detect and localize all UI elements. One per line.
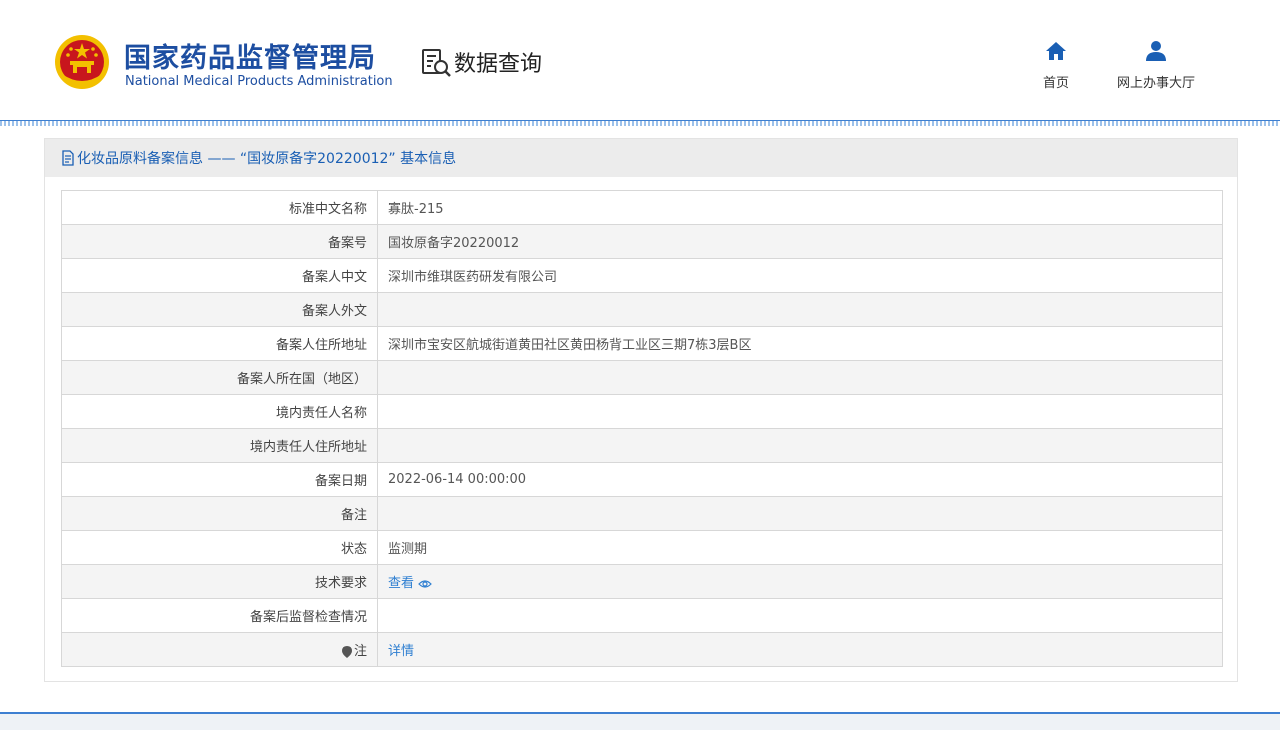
header-divider xyxy=(0,120,1280,126)
info-table: 标准中文名称 寡肽-215 备案号 国妆原备字20220012 备案人中文 深圳… xyxy=(61,190,1223,667)
national-emblem-icon xyxy=(55,35,109,89)
row-value xyxy=(377,394,1223,429)
table-row: 备注 xyxy=(61,496,1223,531)
data-query-heading: 数据查询 xyxy=(420,46,542,78)
row-key: 备注 xyxy=(61,496,378,531)
data-query-label: 数据查询 xyxy=(454,52,543,77)
row-value: 深圳市维琪医药研发有限公司 xyxy=(377,258,1223,293)
row-value-cell: 详情 xyxy=(377,632,1223,667)
info-panel: 化妆品原料备案信息 —— “国妆原备字20220012” 基本信息 标准中文名称… xyxy=(44,138,1238,682)
table-row: 备案后监督检查情况 xyxy=(61,598,1223,633)
view-link-label: 查看 xyxy=(388,576,415,591)
nav-home-label: 首页 xyxy=(1042,76,1069,91)
row-value xyxy=(377,292,1223,327)
row-value xyxy=(377,428,1223,463)
panel-title: 化妆品原料备案信息 —— “国妆原备字20220012” 基本信息 xyxy=(77,151,457,167)
details-link[interactable]: 详情 xyxy=(388,644,414,659)
row-value: 寡肽-215 xyxy=(377,190,1223,225)
row-value-cell: 查看 xyxy=(377,564,1223,599)
nav-online-hall-label: 网上办事大厅 xyxy=(1116,76,1195,91)
table-row: 备案人外文 xyxy=(61,292,1223,327)
row-key: 备案人住所地址 xyxy=(61,326,378,361)
pin-icon xyxy=(341,645,352,658)
row-value: 监测期 xyxy=(377,530,1223,565)
note-key-label: 注 xyxy=(353,644,367,659)
row-value: 2022-06-14 00:00:00 xyxy=(377,462,1223,497)
site-header: 国家药品监督管理局 National Medical Products Admi… xyxy=(0,0,1280,120)
table-row: 备案日期 2022-06-14 00:00:00 xyxy=(61,462,1223,497)
row-value: 深圳市宝安区航城街道黄田社区黄田杨背工业区三期7栋3层B区 xyxy=(377,326,1223,361)
row-value: 国妆原备字20220012 xyxy=(377,224,1223,259)
row-value xyxy=(377,496,1223,531)
row-key: 境内责任人住所地址 xyxy=(61,428,378,463)
panel-header: 化妆品原料备案信息 —— “国妆原备字20220012” 基本信息 xyxy=(45,139,1237,177)
brand-title-cn: 国家药品监督管理局 xyxy=(124,43,376,74)
user-icon xyxy=(1146,41,1166,61)
table-row: 注 详情 xyxy=(61,632,1223,667)
document-icon xyxy=(62,150,74,166)
view-tech-requirements-link[interactable]: 查看 xyxy=(388,576,432,591)
table-row: 备案人住所地址 深圳市宝安区航城街道黄田社区黄田杨背工业区三期7栋3层B区 xyxy=(61,326,1223,361)
row-key: 备案日期 xyxy=(61,462,378,497)
table-row: 境内责任人名称 xyxy=(61,394,1223,429)
nav-home-link[interactable]: 首页 xyxy=(1036,40,1076,91)
row-key: 备案人外文 xyxy=(61,292,378,327)
home-icon xyxy=(1046,42,1066,60)
brand-title-en: National Medical Products Administration xyxy=(125,74,393,89)
row-key: 备案人中文 xyxy=(61,258,378,293)
row-value xyxy=(377,360,1223,395)
row-key: 标准中文名称 xyxy=(61,190,378,225)
table-row: 备案人中文 深圳市维琪医药研发有限公司 xyxy=(61,258,1223,293)
row-key: 技术要求 xyxy=(61,564,378,599)
search-document-icon xyxy=(422,49,451,77)
row-key: 备案人所在国（地区） xyxy=(61,360,378,395)
row-key: 备案后监督检查情况 xyxy=(61,598,378,633)
row-key: 境内责任人名称 xyxy=(61,394,378,429)
table-row: 备案人所在国（地区） xyxy=(61,360,1223,395)
row-value xyxy=(377,598,1223,633)
row-key: 备案号 xyxy=(61,224,378,259)
nav-online-hall-link[interactable]: 网上办事大厅 xyxy=(1106,40,1206,91)
table-row: 状态 监测期 xyxy=(61,530,1223,565)
table-row: 标准中文名称 寡肽-215 xyxy=(61,190,1223,225)
row-key: 状态 xyxy=(61,530,378,565)
footer-bar xyxy=(0,712,1280,730)
row-key-cell: 注 xyxy=(61,632,378,667)
table-row: 备案号 国妆原备字20220012 xyxy=(61,224,1223,259)
eye-icon xyxy=(418,579,432,588)
table-row: 境内责任人住所地址 xyxy=(61,428,1223,463)
table-row: 技术要求 查看 xyxy=(61,564,1223,599)
